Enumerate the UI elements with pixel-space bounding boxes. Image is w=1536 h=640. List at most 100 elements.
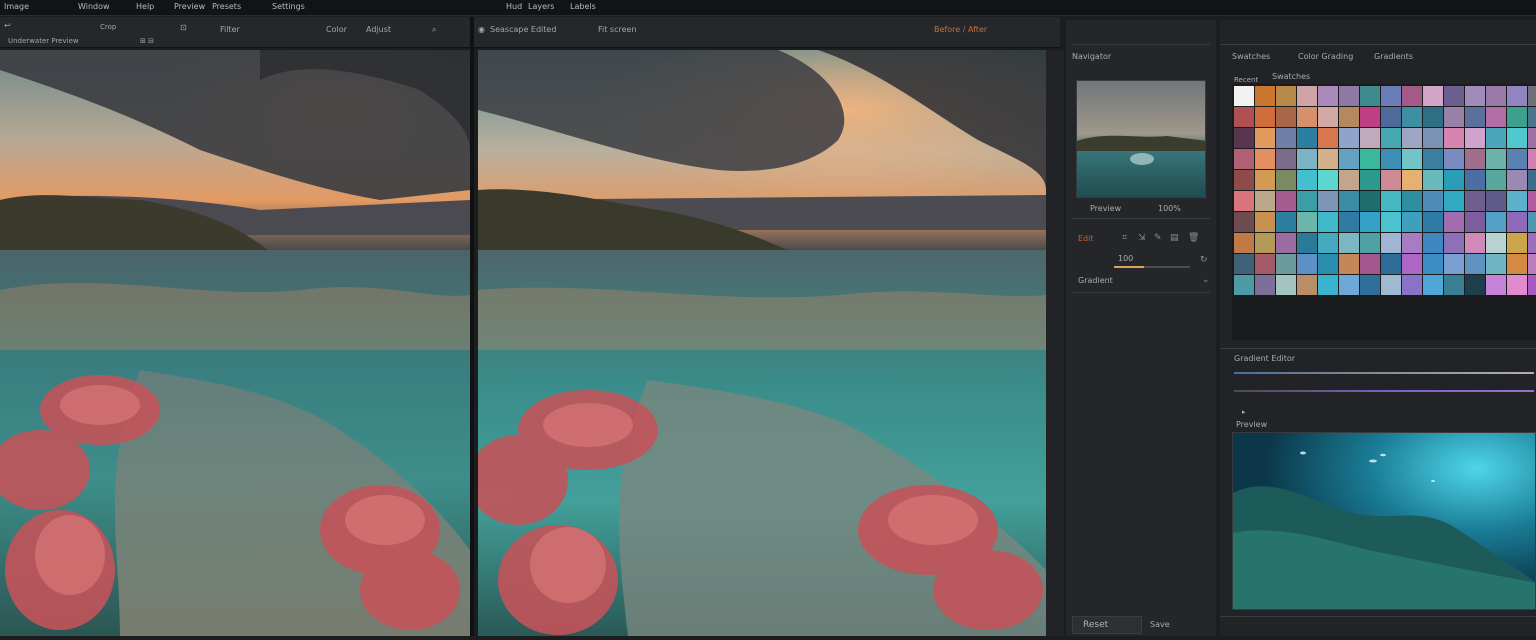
color-swatch[interactable] <box>1486 212 1506 232</box>
left-image-canvas[interactable] <box>0 50 470 636</box>
color-swatch[interactable] <box>1486 149 1506 169</box>
color-swatch[interactable] <box>1381 86 1401 106</box>
crop-icon[interactable]: ⌗ <box>1122 234 1127 243</box>
color-swatch[interactable] <box>1444 149 1464 169</box>
value-slider[interactable] <box>1114 266 1190 268</box>
zoom-icon[interactable]: ⌕ <box>432 25 436 35</box>
color-swatch[interactable] <box>1465 212 1485 232</box>
color-swatch[interactable] <box>1528 86 1536 106</box>
color-swatch[interactable] <box>1360 107 1380 127</box>
menu-item-presets[interactable]: Presets <box>212 2 241 11</box>
menu-item-hud[interactable]: Hud <box>506 2 522 11</box>
color-swatch[interactable] <box>1381 107 1401 127</box>
color-swatch[interactable] <box>1402 149 1422 169</box>
color-swatch[interactable] <box>1465 233 1485 253</box>
color-swatch[interactable] <box>1318 149 1338 169</box>
color-swatch[interactable] <box>1528 254 1536 274</box>
color-swatch[interactable] <box>1339 86 1359 106</box>
back-arrow-icon[interactable]: ↩ <box>4 21 11 30</box>
color-swatch[interactable] <box>1423 107 1443 127</box>
right-image-canvas[interactable] <box>478 50 1046 636</box>
color-swatch[interactable] <box>1423 233 1443 253</box>
color-swatch[interactable] <box>1339 233 1359 253</box>
menu-item-layers[interactable]: Layers <box>528 2 554 11</box>
color-swatch[interactable] <box>1402 254 1422 274</box>
color-swatch[interactable] <box>1402 275 1422 295</box>
color-swatch[interactable] <box>1381 233 1401 253</box>
color-swatch[interactable] <box>1360 170 1380 190</box>
color-swatch[interactable] <box>1486 191 1506 211</box>
color-swatch[interactable] <box>1528 233 1536 253</box>
color-swatch[interactable] <box>1486 128 1506 148</box>
color-swatch[interactable] <box>1465 149 1485 169</box>
color-swatch[interactable] <box>1528 107 1536 127</box>
color-swatch[interactable] <box>1234 149 1254 169</box>
color-swatch[interactable] <box>1486 233 1506 253</box>
color-swatch[interactable] <box>1234 191 1254 211</box>
menu-item-window[interactable]: Window <box>78 2 110 11</box>
color-swatch[interactable] <box>1507 254 1527 274</box>
color-swatch[interactable] <box>1486 275 1506 295</box>
color-swatch[interactable] <box>1360 86 1380 106</box>
color-swatch[interactable] <box>1255 254 1275 274</box>
color-swatch[interactable] <box>1465 191 1485 211</box>
color-swatch[interactable] <box>1444 128 1464 148</box>
color-swatch[interactable] <box>1528 275 1536 295</box>
preview-thumbnail[interactable] <box>1232 432 1536 610</box>
color-swatch[interactable] <box>1255 149 1275 169</box>
zoom-label[interactable]: Fit screen <box>598 25 637 34</box>
color-swatch[interactable] <box>1465 170 1485 190</box>
color-swatch[interactable] <box>1339 107 1359 127</box>
color-swatch[interactable] <box>1276 233 1296 253</box>
color-swatch[interactable] <box>1339 212 1359 232</box>
color-swatch[interactable] <box>1297 191 1317 211</box>
color-swatch[interactable] <box>1339 275 1359 295</box>
color-swatch[interactable] <box>1402 212 1422 232</box>
color-swatch[interactable] <box>1423 212 1443 232</box>
color-swatch[interactable] <box>1486 170 1506 190</box>
color-swatch[interactable] <box>1255 170 1275 190</box>
color-swatch[interactable] <box>1297 107 1317 127</box>
color-swatch[interactable] <box>1360 254 1380 274</box>
color-swatch[interactable] <box>1234 128 1254 148</box>
left-doc-tab[interactable]: Underwater Preview <box>8 37 79 45</box>
color-swatch[interactable] <box>1255 107 1275 127</box>
color-swatch[interactable] <box>1339 170 1359 190</box>
color-swatch[interactable] <box>1318 128 1338 148</box>
save-link[interactable]: Save <box>1150 620 1170 629</box>
color-swatch[interactable] <box>1444 86 1464 106</box>
color-swatch[interactable] <box>1507 212 1527 232</box>
color-swatch[interactable] <box>1486 107 1506 127</box>
color-swatch[interactable] <box>1276 275 1296 295</box>
color-swatch[interactable] <box>1234 212 1254 232</box>
color-swatch[interactable] <box>1381 170 1401 190</box>
split-divider[interactable] <box>470 17 474 636</box>
color-swatch[interactable] <box>1234 86 1254 106</box>
color-swatch[interactable] <box>1507 149 1527 169</box>
color-swatch[interactable] <box>1507 170 1527 190</box>
color-swatch[interactable] <box>1444 254 1464 274</box>
color-swatch[interactable] <box>1360 233 1380 253</box>
menu-item-labels[interactable]: Labels <box>570 2 596 11</box>
tool-adjust-icon[interactable]: ⊡ <box>180 23 187 32</box>
gradient-bar-2[interactable] <box>1234 390 1534 392</box>
color-swatch[interactable] <box>1297 212 1317 232</box>
navigator-thumbnail[interactable] <box>1076 80 1206 198</box>
color-swatch[interactable] <box>1339 191 1359 211</box>
reset-icon[interactable]: ↻ <box>1200 256 1208 265</box>
color-swatch[interactable] <box>1318 233 1338 253</box>
color-swatch[interactable] <box>1381 275 1401 295</box>
right-doc-tab[interactable]: Seascape Edited <box>490 25 556 34</box>
color-swatch[interactable] <box>1255 86 1275 106</box>
color-swatch[interactable] <box>1465 254 1485 274</box>
color-swatch[interactable] <box>1444 212 1464 232</box>
color-swatch[interactable] <box>1381 149 1401 169</box>
tool-crop[interactable]: Crop <box>100 23 116 31</box>
color-swatch[interactable] <box>1276 128 1296 148</box>
color-swatch[interactable] <box>1276 149 1296 169</box>
vertical-scrollbar[interactable] <box>1046 50 1064 636</box>
color-swatch[interactable] <box>1234 170 1254 190</box>
color-swatch[interactable] <box>1507 128 1527 148</box>
menu-item-image[interactable]: Image <box>4 2 29 11</box>
before-after-toggle[interactable]: Before / After <box>934 25 987 34</box>
